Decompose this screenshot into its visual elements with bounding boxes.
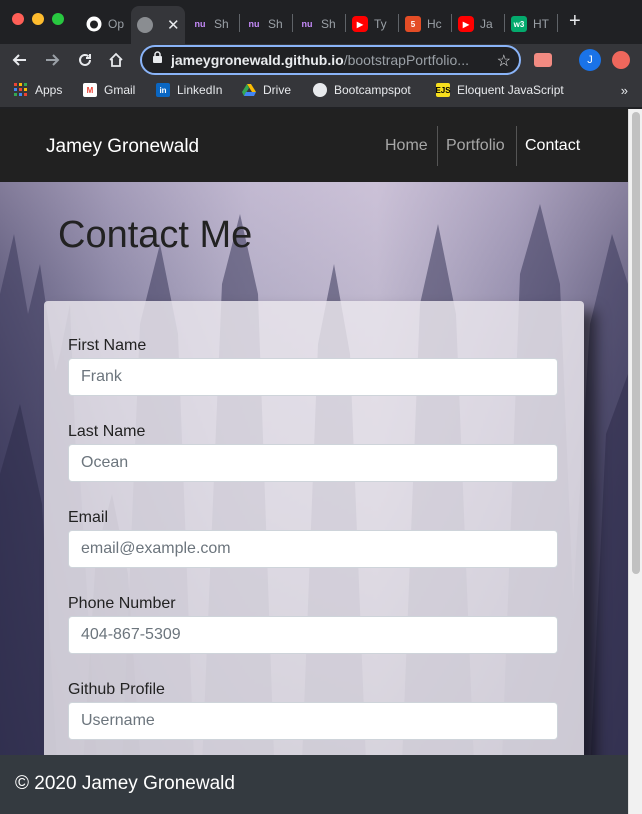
forward-arrow-icon[interactable] xyxy=(40,48,64,72)
nav-divider xyxy=(437,126,438,166)
close-window-button[interactable] xyxy=(12,13,24,25)
youtube-icon: ▶ xyxy=(458,16,474,32)
html5-icon: 5 xyxy=(405,16,421,32)
drive-icon xyxy=(242,83,256,97)
lock-icon[interactable] xyxy=(152,51,163,69)
url-host: jameygronewald.github.io xyxy=(171,52,344,68)
copyright-text: © 2020 Jamey Gronewald xyxy=(15,773,235,794)
nav-link-contact[interactable]: Contact xyxy=(525,137,580,155)
back-arrow-icon[interactable] xyxy=(8,48,32,72)
phone-number-input[interactable] xyxy=(68,616,558,654)
gmail-icon: M xyxy=(83,83,97,97)
w3schools-icon: w3 xyxy=(511,16,527,32)
extension-icon[interactable] xyxy=(612,51,630,69)
reload-icon[interactable] xyxy=(73,48,97,72)
last-name-label: Last Name xyxy=(68,423,146,440)
nav-divider xyxy=(516,126,517,166)
extension-icon[interactable] xyxy=(534,53,552,67)
site-brand[interactable]: Jamey Gronewald xyxy=(46,136,199,158)
nu-icon: nu xyxy=(246,16,262,32)
bookmark-apps[interactable]: Apps xyxy=(14,83,62,97)
nu-icon: nu xyxy=(192,16,208,32)
email-label: Email xyxy=(68,509,109,526)
github-profile-label: Github Profile xyxy=(68,681,165,698)
browser-tab[interactable]: w3 HT xyxy=(505,8,557,40)
globe-icon xyxy=(137,17,153,33)
bookmarks-bar: Apps M Gmail in LinkedIn Drive Bootcamps… xyxy=(0,76,642,108)
zoom-window-button[interactable] xyxy=(52,13,64,25)
scrollbar-thumb[interactable] xyxy=(632,112,640,574)
youtube-icon: ▶ xyxy=(352,16,368,32)
profile-avatar[interactable]: J xyxy=(579,49,601,71)
first-name-label: First Name xyxy=(68,337,147,354)
browser-tab[interactable]: nu Sh xyxy=(240,8,292,40)
globe-icon xyxy=(313,83,327,97)
bookmark-label: Eloquent JavaScript xyxy=(457,83,564,97)
tab-title: Op xyxy=(108,17,125,31)
page-scrollbar[interactable] xyxy=(628,109,642,814)
last-name-input[interactable] xyxy=(68,444,558,482)
github-username-input[interactable] xyxy=(68,702,558,740)
page-viewport: Jamey Gronewald Home Portfolio Contact C… xyxy=(0,109,628,814)
more-bookmarks-chevron-icon[interactable]: » xyxy=(621,83,628,98)
browser-tab[interactable]: Op xyxy=(80,8,130,40)
github-icon xyxy=(86,16,102,32)
browser-tab[interactable]: ▶ Ty xyxy=(346,8,398,40)
tab-title: Sh xyxy=(214,17,229,31)
bookmark-eloquent-javascript[interactable]: EJS Eloquent JavaScript xyxy=(435,83,564,97)
tab-title: Sh xyxy=(321,17,336,31)
address-bar[interactable]: jameygronewald.github.io/bootstrapPortfo… xyxy=(140,45,521,75)
contact-form: First Name Last Name Email Phone Number … xyxy=(44,301,584,814)
browser-tab[interactable]: nu Sh xyxy=(186,8,238,40)
bookmark-drive[interactable]: Drive xyxy=(242,83,291,97)
close-tab-icon[interactable]: ✕ xyxy=(167,16,180,34)
ejs-icon: EJS xyxy=(435,83,451,97)
tab-title: Hc xyxy=(427,17,442,31)
bookmark-label: Apps xyxy=(35,83,63,97)
linkedin-icon: in xyxy=(156,83,170,97)
new-tab-icon[interactable]: + xyxy=(569,11,581,31)
bookmark-label: LinkedIn xyxy=(177,83,223,97)
bookmark-star-icon[interactable]: ☆ xyxy=(497,51,511,71)
url-path: /bootstrapPortfolio... xyxy=(343,52,469,68)
home-icon[interactable] xyxy=(104,48,128,72)
browser-tab-strip: Op ✕ nu Sh nu Sh nu Sh ▶ Ty 5 Hc ▶ Ja w3… xyxy=(0,0,642,44)
bookmark-gmail[interactable]: M Gmail xyxy=(83,83,135,97)
site-footer: © 2020 Jamey Gronewald xyxy=(0,755,628,814)
browser-toolbar: jameygronewald.github.io/bootstrapPortfo… xyxy=(0,44,642,76)
browser-tab[interactable]: ▶ Ja xyxy=(452,8,504,40)
bookmark-linkedin[interactable]: in LinkedIn xyxy=(156,83,222,97)
nu-icon: nu xyxy=(299,16,315,32)
browser-tab-active[interactable]: ✕ xyxy=(131,6,185,44)
nav-link-home[interactable]: Home xyxy=(385,137,428,155)
phone-number-label: Phone Number xyxy=(68,595,176,612)
site-navbar: Jamey Gronewald Home Portfolio Contact xyxy=(0,109,628,182)
apps-icon xyxy=(14,83,28,97)
browser-tab[interactable]: nu Sh xyxy=(293,8,345,40)
tab-title: Sh xyxy=(268,17,283,31)
bookmark-label: Bootcampspot xyxy=(334,83,411,97)
browser-tab[interactable]: 5 Hc xyxy=(399,8,451,40)
bookmark-label: Drive xyxy=(263,83,292,97)
bookmark-label: Gmail xyxy=(104,83,136,97)
bookmark-bootcampspot[interactable]: Bootcampspot xyxy=(313,83,411,97)
email-input[interactable] xyxy=(68,530,558,568)
page-title: Contact Me xyxy=(58,214,253,256)
tab-title: HT xyxy=(533,17,549,31)
tab-title: Ja xyxy=(480,17,493,31)
nav-link-portfolio[interactable]: Portfolio xyxy=(446,137,505,155)
first-name-input[interactable] xyxy=(68,358,558,396)
tab-title: Ty xyxy=(374,17,387,31)
tab-separator xyxy=(557,14,558,32)
minimize-window-button[interactable] xyxy=(32,13,44,25)
